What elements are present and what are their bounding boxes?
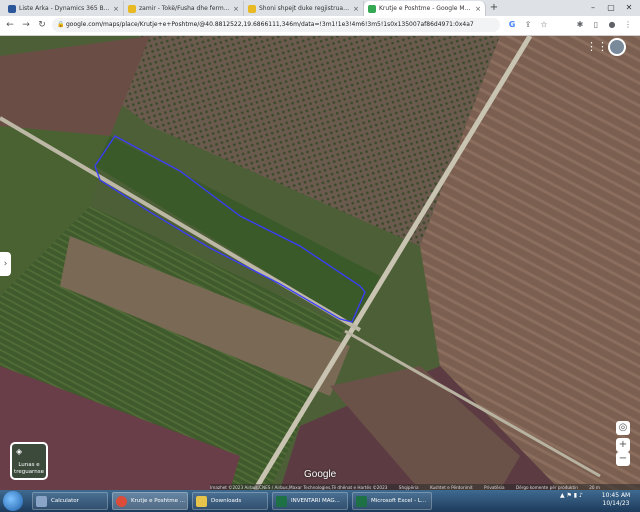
clock-time: 10:45 AM (601, 492, 631, 499)
taskbar-label: Krutje e Poshtme ... (131, 498, 186, 504)
minimize-button[interactable]: – (584, 0, 602, 16)
back-button[interactable]: ← (4, 19, 16, 31)
system-tray[interactable]: ▲ ⚑ ▮ ♪ (560, 492, 583, 499)
start-button[interactable] (3, 491, 23, 511)
new-tab-button[interactable]: + (488, 2, 500, 14)
layers-label: Lunas e treguarnse (14, 462, 44, 475)
lock-icon[interactable]: 🔒 (57, 18, 64, 32)
chrome-icon (116, 495, 127, 507)
folder-icon (248, 4, 256, 13)
close-tab-icon[interactable]: × (353, 5, 359, 13)
collapse-panel-button[interactable]: › (0, 252, 11, 276)
calculator-icon (36, 495, 47, 507)
excel-icon (356, 495, 367, 507)
taskbar-label: Microsoft Excel - L... (371, 498, 427, 504)
tab-label: zamir - Tokë/Fusha dhe ferma Tir (139, 5, 231, 12)
apps-grid-icon[interactable]: ⋮⋮ (586, 40, 608, 54)
zoom-out-button[interactable]: − (616, 452, 630, 466)
taskbar-item-inventari[interactable]: INVENTARI MAG... (272, 492, 348, 510)
star-icon[interactable]: ☆ (538, 19, 550, 31)
tab-dynamics[interactable]: Liste Arka - Dynamics 365 Busin × (4, 1, 124, 16)
layers-button[interactable]: ◈ Lunas e treguarnse (10, 442, 48, 480)
address-toolbar: ← → ↻ 🔒 google.com/maps/place/Krutje+e+P… (0, 16, 640, 36)
clock[interactable]: 10:45 AM 10/14/23 (596, 492, 636, 508)
tab-zamir[interactable]: zamir - Tokë/Fusha dhe ferma Tir × (124, 1, 244, 16)
clock-date: 10/14/23 (602, 500, 630, 507)
close-tab-icon[interactable]: × (113, 5, 119, 13)
tab-shoni[interactable]: Shoni shpejt duke regjistruar nje × (244, 1, 364, 16)
taskbar-item-excel[interactable]: Microsoft Excel - L... (352, 492, 432, 510)
taskbar-label: INVENTARI MAG... (291, 498, 340, 504)
sidebar-icon[interactable]: ▯ (590, 19, 602, 31)
reload-button[interactable]: ↻ (36, 19, 48, 31)
taskbar-item-chrome[interactable]: Krutje e Poshtme ... (112, 492, 188, 510)
dynamics-icon (8, 4, 16, 13)
close-tab-icon[interactable]: × (233, 5, 239, 13)
forward-button[interactable]: → (20, 19, 32, 31)
google-icon[interactable]: G (506, 19, 518, 31)
tab-bar: Liste Arka - Dynamics 365 Busin × zamir … (0, 0, 640, 16)
excel-icon (276, 495, 287, 507)
taskbar-item-downloads[interactable]: Downloads (192, 492, 268, 510)
close-tab-icon[interactable]: × (475, 5, 481, 13)
maps-icon (368, 4, 376, 13)
close-window-button[interactable]: ✕ (620, 0, 638, 16)
taskbar-label: Calculator (51, 498, 79, 504)
satellite-imagery (0, 36, 640, 490)
folder-icon (196, 495, 207, 507)
satellite-map[interactable]: ⋮⋮ › ◈ Lunas e treguarnse ◎ + − ♟ Google… (0, 36, 640, 490)
maximize-button[interactable]: ▢ (602, 0, 620, 16)
extensions-icon[interactable]: ✱ (574, 19, 586, 31)
tab-label: Liste Arka - Dynamics 365 Busin (19, 5, 111, 12)
profile-icon[interactable]: ● (606, 19, 618, 31)
layers-icon: ◈ (16, 447, 23, 456)
folder-icon (128, 4, 136, 13)
my-location-button[interactable]: ◎ (616, 421, 630, 435)
menu-icon[interactable]: ⋮ (622, 19, 634, 31)
url-text: google.com/maps/place/Krutje+e+Poshtme/@… (66, 21, 474, 28)
taskbar-label: Downloads (211, 498, 242, 504)
google-logo: Google (304, 469, 337, 480)
zoom-in-button[interactable]: + (616, 438, 630, 452)
tab-label: Shoni shpejt duke regjistruar nje (259, 5, 351, 12)
url-field[interactable]: 🔒 google.com/maps/place/Krutje+e+Poshtme… (52, 18, 500, 32)
tab-google-maps[interactable]: Krutje e Poshtme - Google Maps × (364, 1, 486, 16)
avatar[interactable] (608, 38, 626, 56)
taskbar-item-calculator[interactable]: Calculator (32, 492, 108, 510)
tab-label: Krutje e Poshtme - Google Maps (379, 5, 473, 12)
taskbar: Calculator Krutje e Poshtme ... Download… (0, 490, 640, 512)
share-icon[interactable]: ⇪ (522, 19, 534, 31)
